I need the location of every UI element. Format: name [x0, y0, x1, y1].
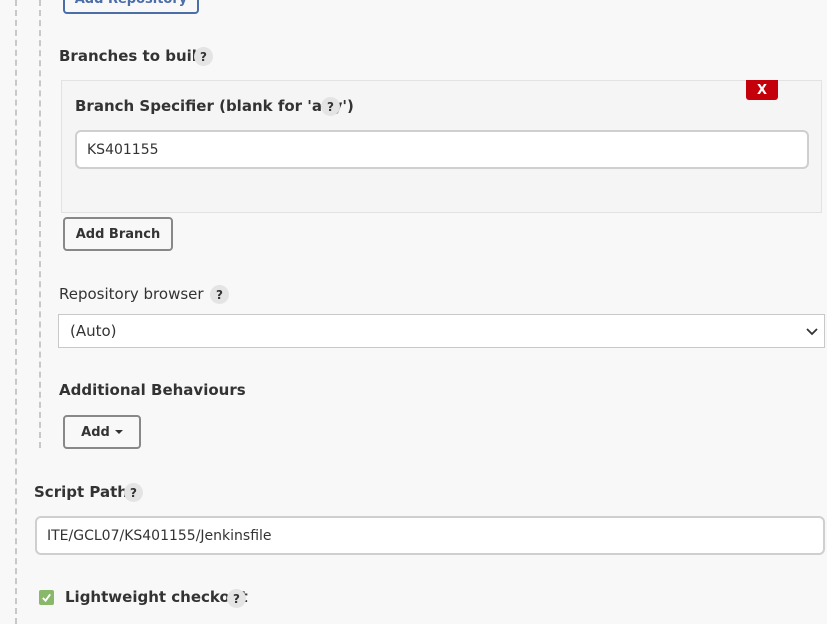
repository-browser-select[interactable]: (Auto): [58, 314, 825, 348]
inner-section-guide: [39, 0, 41, 448]
branch-specifier-help-icon[interactable]: ?: [321, 97, 340, 116]
add-behaviour-button[interactable]: Add: [63, 415, 141, 449]
script-path-label: Script Path: [34, 483, 128, 501]
lightweight-checkout-checkbox[interactable]: [39, 590, 54, 605]
chevron-down-icon: [806, 328, 818, 336]
repository-browser-selected: (Auto): [70, 322, 117, 340]
outer-section-guide: [15, 0, 17, 624]
add-branch-button[interactable]: Add Branch: [63, 217, 173, 251]
lightweight-checkout-label: Lightweight checkout: [65, 588, 248, 606]
checkmark-icon: [42, 593, 51, 603]
caret-down-icon: [114, 430, 123, 434]
branch-specifier-input[interactable]: [75, 130, 809, 169]
lightweight-checkout-help-icon[interactable]: ?: [227, 589, 246, 608]
branches-to-build-label: Branches to build: [59, 47, 208, 65]
repository-browser-help-icon[interactable]: ?: [210, 285, 229, 304]
repository-browser-label: Repository browser: [59, 285, 204, 303]
script-path-input[interactable]: [35, 516, 825, 555]
delete-branch-button[interactable]: X: [746, 80, 778, 100]
script-path-help-icon[interactable]: ?: [124, 483, 143, 502]
additional-behaviours-label: Additional Behaviours: [59, 381, 246, 399]
branch-specifier-label: Branch Specifier (blank for 'any'): [75, 97, 354, 115]
add-repository-button[interactable]: Add Repository: [63, 0, 199, 14]
branches-help-icon[interactable]: ?: [194, 47, 213, 66]
add-behaviour-label: Add: [81, 424, 110, 440]
